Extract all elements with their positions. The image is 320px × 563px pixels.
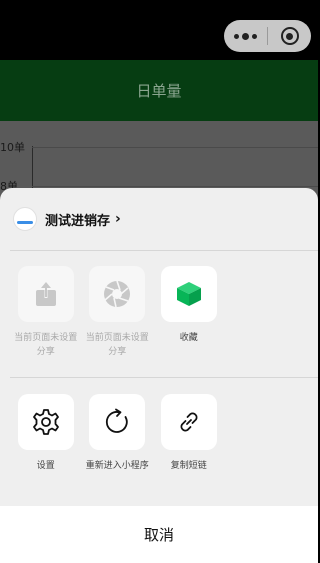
page-title: 日单量: [0, 60, 318, 121]
share-to-moments-action[interactable]: 当前页面未设置分享: [82, 266, 154, 359]
more-dot-icon: [252, 33, 257, 39]
share-actions-row: 当前页面未设置分享 当前页面未设置分享 收藏: [10, 266, 225, 359]
cancel-button[interactable]: 取消: [0, 506, 318, 563]
action-label: 复制短链: [170, 461, 207, 471]
reenter-tile: [89, 394, 146, 450]
app-info-row[interactable]: 测试进销存 ›: [0, 188, 318, 250]
share-icon: [35, 282, 56, 306]
app-logo: [13, 207, 37, 231]
action-label: 重新进入小程序: [85, 461, 149, 471]
copy-short-link-action[interactable]: 复制短链: [153, 394, 225, 473]
system-actions-row: 设置 重新进入小程序 复制短链: [10, 394, 225, 473]
copy-link-tile: [160, 394, 217, 450]
favorite-action[interactable]: 收藏: [153, 266, 225, 359]
miniprogram-capsule: [224, 20, 311, 52]
target-icon: [280, 27, 299, 45]
settings-action[interactable]: 设置: [10, 394, 82, 473]
chart-tick-label: 10单: [0, 141, 25, 154]
share-tile: [17, 266, 74, 322]
divider: [10, 377, 318, 378]
more-dot-icon: [234, 33, 239, 39]
close-miniprogram-button[interactable]: [268, 27, 311, 45]
chart-gridline: [32, 147, 318, 148]
reenter-miniprogram-action[interactable]: 重新进入小程序: [82, 394, 154, 473]
refresh-icon: [106, 408, 128, 433]
app-name: 测试进销存: [45, 213, 111, 229]
settings-tile: [17, 394, 74, 450]
more-dot-icon: [242, 32, 249, 40]
moments-tile: [89, 266, 146, 322]
share-to-friend-action[interactable]: 当前页面未设置分享: [10, 266, 82, 359]
aperture-icon: [104, 280, 131, 308]
action-label: 当前页面未设置分享: [14, 333, 78, 357]
action-label: 收藏: [179, 333, 198, 343]
more-menu-button[interactable]: [224, 32, 267, 40]
gear-icon: [32, 409, 59, 435]
favorite-cube-icon: [176, 282, 201, 306]
link-icon: [180, 412, 198, 432]
chevron-right-icon: ›: [115, 211, 121, 227]
chart-gridline: [32, 186, 318, 187]
action-sheet: 测试进销存 › 当前页面未设置分享 当前页面未设置分享 收藏 设置 重新进入小程…: [0, 188, 318, 563]
action-label: 设置: [36, 461, 55, 471]
divider: [10, 250, 318, 251]
favorite-tile: [160, 266, 217, 322]
action-label: 当前页面未设置分享: [85, 333, 149, 357]
